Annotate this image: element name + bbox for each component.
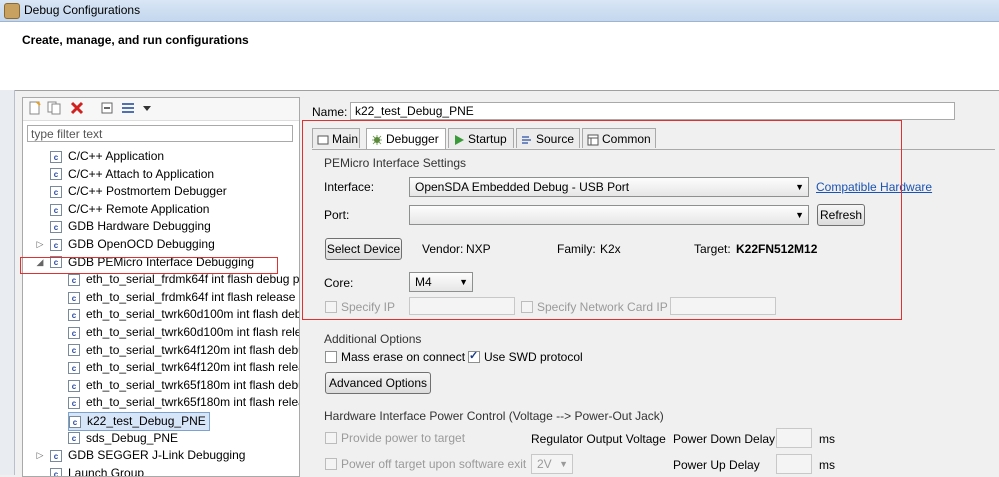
power-down-delay-label: Power Down Delay (673, 432, 776, 446)
tree-item-label: C/C++ Attach to Application (68, 166, 215, 181)
launch-config-icon: c (50, 186, 62, 199)
tree-category[interactable]: c C/C++ Attach to Application (50, 166, 214, 183)
launch-config-icon: c (68, 379, 80, 392)
tab-debugger[interactable]: Debugger (366, 128, 446, 149)
launch-config-icon: c (68, 274, 80, 287)
expand-arrow-icon[interactable]: ▷ (35, 447, 45, 464)
regulator-label: Regulator Output Voltage (531, 432, 666, 446)
launch-config-icon: c (50, 238, 62, 251)
power-control-title: Hardware Interface Power Control (Voltag… (324, 409, 664, 423)
tree-category[interactable]: c C/C++ Postmortem Debugger (50, 183, 227, 200)
dialog-heading: Create, manage, and run configurations (22, 33, 249, 47)
collapse-all-icon[interactable] (100, 101, 114, 115)
tree-item-label: Launch Group (68, 465, 145, 476)
launch-config-icon: c (68, 309, 80, 322)
expand-arrow-icon[interactable]: ▷ (35, 236, 45, 253)
dialog-header: Create, manage, and run configurations (0, 22, 999, 91)
name-label: Name: (312, 105, 348, 119)
annotation-highlight-interface-settings (302, 120, 902, 320)
provide-power-checkbox[interactable] (325, 432, 337, 444)
app-icon (4, 3, 20, 19)
launch-config-icon: c (68, 326, 80, 339)
tree-item-label: eth_to_serial_twrk65f180m int flash debu… (86, 377, 299, 392)
tree-item[interactable]: c eth_to_serial_twrk64f120m int flash rel… (68, 359, 299, 376)
tree-item-label: eth_to_serial_twrk64f120m int flash rele… (86, 360, 299, 375)
ms-label-2: ms (819, 458, 835, 472)
configuration-tree: c C/C++ Application c C/C++ Attach to Appli… (23, 148, 299, 476)
tree-category[interactable]: c GDB OpenOCD Debugging (50, 236, 215, 253)
background-window-edge (0, 90, 15, 475)
launch-config-icon: c (68, 397, 80, 410)
view-menu-chevron-down-icon[interactable] (140, 101, 154, 115)
tree-item-label: eth_to_serial_twrk60d100m int flash debu… (86, 307, 299, 322)
launch-config-icon: c (68, 344, 80, 357)
bug-icon (372, 134, 382, 145)
tree-item-label: GDB Hardware Debugging (68, 219, 211, 234)
tree-toolbar (23, 98, 299, 121)
tree-item-label: eth_to_serial_twrk64f120m int flash debu… (86, 342, 299, 357)
tree-category[interactable]: c C/C++ Remote Application (50, 201, 209, 218)
tree-item-label: C/C++ Postmortem Debugger (68, 184, 227, 199)
filter-icon[interactable] (121, 101, 135, 115)
new-configuration-icon[interactable] (28, 101, 42, 115)
voltage-select-value: 2V (537, 457, 552, 471)
title-bar: Debug Configurations (0, 0, 999, 22)
tree-item[interactable]: c eth_to_serial_twrk65f180m int flash rel… (68, 394, 299, 411)
power-up-delay-input[interactable] (776, 454, 812, 474)
tree-item-label: eth_to_serial_twrk65f180m int flash rele… (86, 395, 299, 410)
launch-config-icon: c (68, 432, 80, 445)
tree-item[interactable]: c sds_Debug_PNE (68, 430, 178, 447)
launch-config-icon: c (50, 203, 62, 216)
power-off-checkbox[interactable] (325, 458, 337, 470)
name-input[interactable]: k22_test_Debug_PNE (350, 102, 955, 120)
tree-item-label: C/C++ Application (68, 149, 165, 163)
tree-item-label: eth_to_serial_frdmk64f int flash release… (86, 289, 299, 304)
launch-config-icon: c (69, 415, 81, 428)
power-down-delay-input[interactable] (776, 428, 812, 448)
tree-item-label: sds_Debug_PNE (86, 430, 179, 445)
power-up-delay-label: Power Up Delay (673, 458, 760, 472)
tree-item[interactable]: c eth_to_serial_twrk60d100m int flash rel… (68, 324, 299, 341)
tree-category[interactable]: c C/C++ Application (50, 148, 164, 165)
tree-item[interactable]: c eth_to_serial_twrk60d100m int flash deb… (68, 306, 299, 323)
tree-item-label: GDB SEGGER J-Link Debugging (68, 448, 246, 463)
filter-input[interactable]: type filter text (27, 125, 293, 142)
tree-item-label: C/C++ Remote Application (68, 201, 210, 216)
use-swd-checkbox[interactable] (468, 349, 480, 363)
launch-config-icon: c (50, 450, 62, 463)
tree-item-label: k22_test_Debug_PNE (87, 414, 206, 428)
launch-config-icon: c (68, 291, 80, 304)
launch-config-icon: c (50, 221, 62, 234)
tree-category[interactable]: c Launch Group (50, 465, 144, 476)
provide-power-label: Provide power to target (341, 431, 466, 445)
tree-item-label: GDB OpenOCD Debugging (68, 237, 215, 251)
duplicate-icon[interactable] (47, 101, 61, 115)
tree-item[interactable]: c k22_test_Debug_PNE (68, 412, 210, 431)
annotation-highlight-pemicro (20, 257, 278, 274)
configuration-tree-pane: type filter text c C/C++ Application c C/C+… (22, 97, 300, 477)
tree-item[interactable]: c eth_to_serial_twrk65f180m int flash deb… (68, 377, 299, 394)
advanced-options-button[interactable]: Advanced Options (325, 372, 431, 394)
tree-item-label: eth_to_serial_frdmk64f int flash debug p… (86, 272, 299, 287)
launch-config-icon: c (50, 150, 62, 163)
additional-options-title: Additional Options (324, 332, 422, 346)
ms-label-1: ms (819, 432, 835, 446)
delete-icon[interactable] (70, 101, 84, 115)
launch-config-icon: c (50, 168, 62, 181)
tree-category[interactable]: c GDB Hardware Debugging (50, 218, 211, 235)
tab-debugger-label: Debugger (386, 132, 439, 146)
voltage-select[interactable]: 2V ▼ (531, 454, 573, 474)
window-title: Debug Configurations (24, 3, 141, 17)
mass-erase-label: Mass erase on connect (341, 350, 466, 364)
tree-category[interactable]: c GDB SEGGER J-Link Debugging (50, 447, 245, 464)
power-off-label: Power off target upon software exit (341, 457, 527, 471)
chevron-down-icon: ▼ (559, 459, 568, 469)
tree-item[interactable]: c eth_to_serial_frdmk64f int flash releas… (68, 289, 299, 306)
use-swd-label: Use SWD protocol (484, 350, 583, 364)
mass-erase-checkbox[interactable] (325, 351, 337, 363)
tree-item[interactable]: c eth_to_serial_twrk64f120m int flash deb… (68, 342, 299, 359)
launch-config-icon: c (68, 362, 80, 375)
tree-item-label: eth_to_serial_twrk60d100m int flash rele… (86, 325, 299, 339)
